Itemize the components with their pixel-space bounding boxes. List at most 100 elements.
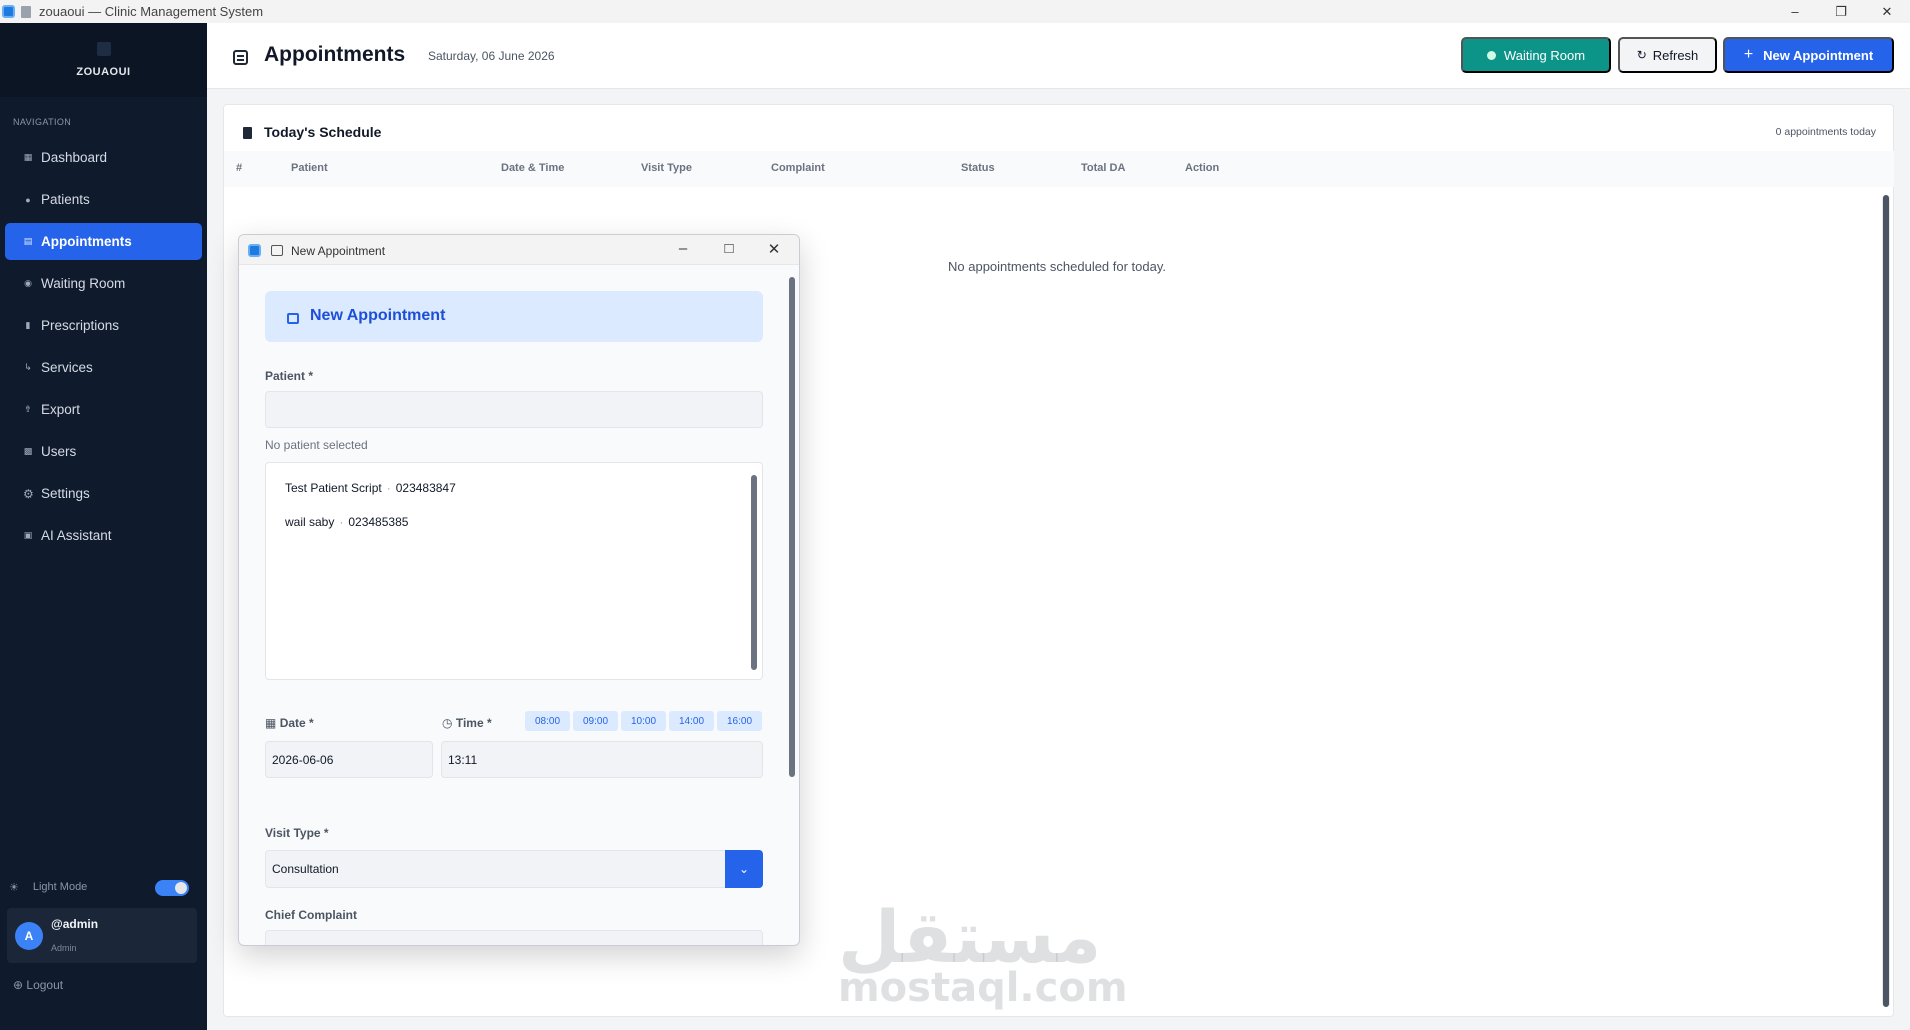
new-appointment-dialog: New Appointment – □ ✕ New Appointment Pa… bbox=[238, 234, 800, 946]
app-icon bbox=[248, 244, 261, 257]
time-input[interactable] bbox=[441, 741, 763, 778]
light-mode-label: Light Mode bbox=[32, 881, 88, 893]
time-preset-chip[interactable]: 08:00 bbox=[525, 711, 570, 731]
dialog-minimize-button[interactable]: – bbox=[673, 240, 693, 257]
restore-button[interactable]: ❐ bbox=[1818, 0, 1864, 23]
calendar-icon bbox=[271, 245, 283, 256]
close-button[interactable]: ✕ bbox=[1864, 0, 1910, 23]
patient-list: Test Patient Script · 023483847 wail saby ·… bbox=[265, 462, 763, 680]
schedule-scrollbar[interactable] bbox=[1882, 195, 1890, 1007]
visit-type-value: Consultation bbox=[265, 850, 726, 888]
chief-complaint-label: Chief Complaint bbox=[265, 908, 357, 922]
light-mode-toggle[interactable] bbox=[155, 880, 189, 896]
app-icon bbox=[2, 5, 15, 18]
brand: ZOUAOUI bbox=[0, 23, 207, 97]
dialog-body: New Appointment Patient * No patient sel… bbox=[239, 265, 787, 945]
dialog-close-button[interactable]: ✕ bbox=[764, 240, 784, 258]
window-controls: – ❐ ✕ bbox=[1772, 0, 1910, 23]
time-preset-chip[interactable]: 09:00 bbox=[573, 711, 618, 731]
sidebar: ZOUAOUI NAVIGATION ▦ Dashboard ● Patients … bbox=[0, 23, 207, 1030]
dialog-scrollbar[interactable] bbox=[789, 277, 795, 777]
refresh-icon: ↻ bbox=[1636, 48, 1647, 62]
calendar-icon: ▤ bbox=[23, 236, 33, 246]
sidebar-item-prescriptions[interactable]: ▮ Prescriptions bbox=[5, 307, 202, 344]
new-appointment-button[interactable]: + New Appointment bbox=[1723, 37, 1894, 73]
ai-icon: ▣ bbox=[23, 530, 33, 540]
sidebar-item-patients[interactable]: ● Patients bbox=[5, 181, 202, 218]
visit-type-label: Visit Type * bbox=[265, 826, 329, 840]
column-header: Date & Time bbox=[501, 162, 565, 174]
calendar-icon bbox=[233, 50, 248, 65]
dot-icon bbox=[1486, 50, 1496, 60]
dialog-banner: New Appointment bbox=[265, 291, 763, 342]
waiting-room-button[interactable]: Waiting Room bbox=[1461, 37, 1611, 73]
sidebar-item-appointments[interactable]: ▤ Appointments bbox=[5, 223, 202, 260]
calendar-icon: ▦ bbox=[265, 716, 277, 730]
calendar-icon bbox=[287, 313, 299, 324]
patient-icon: ● bbox=[25, 194, 31, 205]
users-icon: ▩ bbox=[23, 446, 33, 456]
column-header: Patient bbox=[291, 162, 328, 174]
sidebar-item-settings[interactable]: ⚙ Settings bbox=[5, 475, 202, 512]
refresh-button[interactable]: ↻ Refresh bbox=[1618, 37, 1717, 73]
light-mode-row: ☀ Light Mode bbox=[0, 875, 207, 899]
patient-search-input[interactable] bbox=[265, 391, 763, 428]
sidebar-item-waiting-room[interactable]: ◉ Waiting Room bbox=[5, 265, 202, 302]
time-preset-chip[interactable]: 14:00 bbox=[669, 711, 714, 731]
page-title: Appointments bbox=[264, 43, 406, 66]
sidebar-nav: ▦ Dashboard ● Patients ▤ Appointments ◉ Wait… bbox=[0, 139, 207, 554]
dialog-maximize-button[interactable]: □ bbox=[719, 240, 739, 257]
document-icon bbox=[21, 5, 31, 18]
brand-name: ZOUAOUI bbox=[76, 66, 131, 78]
logout-icon: ⊕ bbox=[13, 978, 24, 992]
plus-icon: + bbox=[1743, 46, 1754, 63]
user-name: @admin bbox=[51, 917, 99, 931]
watermark-latin: mostaql.com bbox=[838, 965, 1128, 1011]
chief-complaint-input[interactable] bbox=[265, 930, 763, 945]
prescription-icon: ▮ bbox=[25, 320, 31, 330]
dashboard-icon: ▦ bbox=[23, 152, 33, 162]
column-header: Visit Type bbox=[641, 162, 692, 174]
scrollbar-thumb[interactable] bbox=[1883, 195, 1889, 1007]
gear-icon: ⚙ bbox=[23, 486, 34, 501]
no-patient-hint: No patient selected bbox=[265, 438, 368, 452]
dialog-window-title: New Appointment bbox=[291, 244, 386, 258]
column-header: Complaint bbox=[771, 162, 825, 174]
column-header: # bbox=[236, 162, 243, 174]
patient-list-scrollbar[interactable] bbox=[751, 475, 757, 670]
user-card[interactable]: A @admin Admin bbox=[7, 908, 197, 963]
nav-section-label: NAVIGATION bbox=[13, 117, 72, 127]
services-icon: ↳ bbox=[24, 362, 32, 372]
logout-button[interactable]: ⊕ Logout bbox=[13, 978, 63, 992]
column-header: Status bbox=[961, 162, 995, 174]
logo-icon bbox=[96, 42, 111, 56]
patient-label: Patient * bbox=[265, 369, 314, 383]
sidebar-item-export[interactable]: ⇮ Export bbox=[5, 391, 202, 428]
minimize-button[interactable]: – bbox=[1772, 0, 1818, 23]
column-header: Action bbox=[1185, 162, 1220, 174]
window-title: zouaoui — Clinic Management System bbox=[39, 4, 264, 19]
chevron-down-icon[interactable]: ⌄ bbox=[725, 850, 763, 888]
time-preset-chip[interactable]: 10:00 bbox=[621, 711, 666, 731]
dialog-titlebar: New Appointment – □ ✕ bbox=[239, 235, 799, 265]
page-date: Saturday, 06 June 2026 bbox=[428, 49, 555, 63]
list-item[interactable]: wail saby · 023485385 bbox=[285, 515, 408, 529]
time-preset-chip[interactable]: 16:00 bbox=[717, 711, 762, 731]
user-role: Admin bbox=[51, 943, 77, 953]
schedule-icon bbox=[243, 127, 252, 139]
dialog-title: New Appointment bbox=[310, 307, 446, 324]
appointment-count: 0 appointments today bbox=[1775, 126, 1876, 138]
export-icon: ⇮ bbox=[24, 404, 32, 414]
date-input[interactable] bbox=[265, 741, 433, 778]
visit-type-select[interactable]: Consultation ⌄ bbox=[265, 850, 763, 888]
list-item[interactable]: Test Patient Script · 023483847 bbox=[285, 481, 456, 495]
toggle-knob bbox=[175, 882, 187, 894]
schedule-title: Today's Schedule bbox=[264, 124, 382, 140]
sidebar-item-dashboard[interactable]: ▦ Dashboard bbox=[5, 139, 202, 176]
avatar: A bbox=[15, 922, 43, 950]
sidebar-item-services[interactable]: ↳ Services bbox=[5, 349, 202, 386]
window-titlebar: zouaoui — Clinic Management System – ❐ ✕ bbox=[0, 0, 1910, 23]
sidebar-item-ai-assistant[interactable]: ▣ AI Assistant bbox=[5, 517, 202, 554]
sidebar-item-users[interactable]: ▩ Users bbox=[5, 433, 202, 470]
page-header: Appointments Saturday, 06 June 2026 Wait… bbox=[207, 23, 1910, 89]
